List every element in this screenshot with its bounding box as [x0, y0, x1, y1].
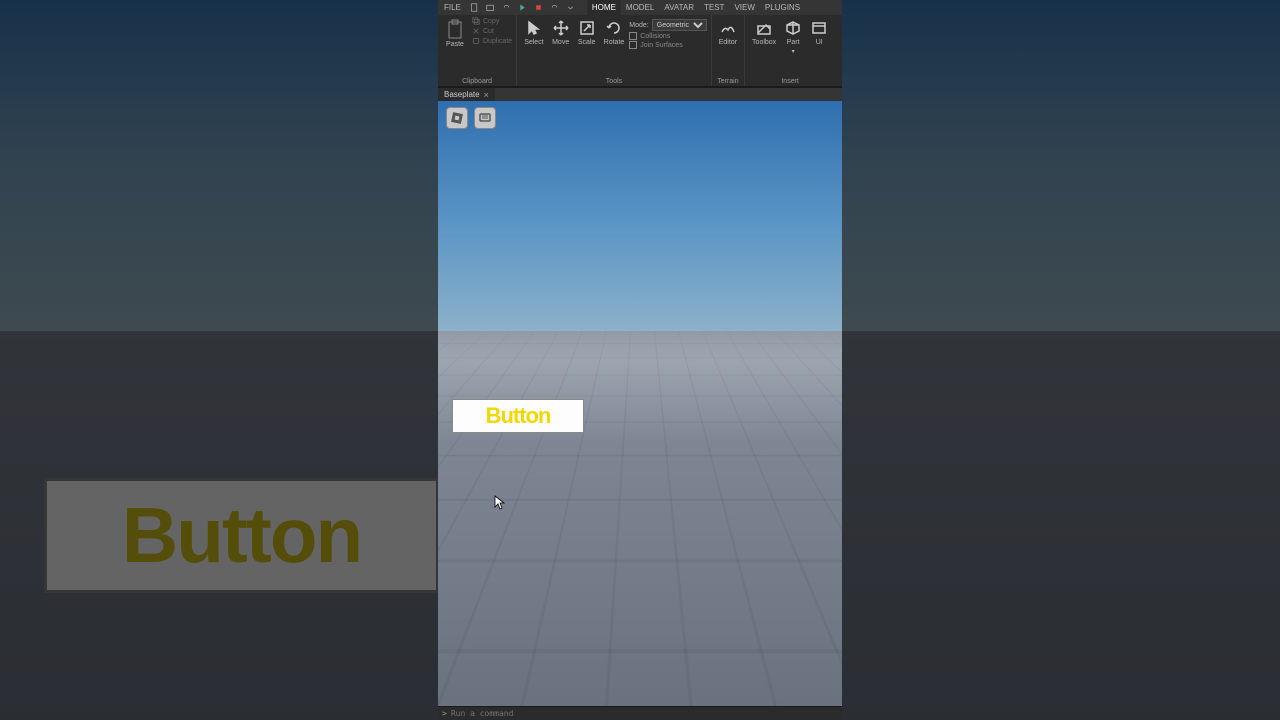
copy-button[interactable]: Copy	[472, 17, 512, 25]
tab-test[interactable]: TEST	[699, 0, 729, 15]
ribbon-terrain: Editor Terrain	[712, 15, 745, 86]
viewport-3d[interactable]: Button	[438, 101, 842, 706]
duplicate-button[interactable]: Duplicate	[472, 37, 512, 45]
doc-tab-baseplate[interactable]: Baseplate ×	[438, 88, 495, 102]
select-tool[interactable]: Select	[521, 17, 546, 48]
part-button[interactable]: Part▾	[781, 17, 805, 57]
file-menu[interactable]: FILE	[438, 3, 467, 12]
ribbon-clipboard: Paste Copy Cut Duplicate Clipboard	[438, 15, 517, 86]
chat-icon[interactable]	[474, 107, 496, 129]
bg-button-zoom: Button	[44, 478, 439, 593]
tools-options: Mode: Geometric Collisions Join Surfaces	[629, 17, 706, 49]
rotate-icon	[605, 19, 623, 37]
tab-view[interactable]: VIEW	[729, 0, 759, 15]
document-tabs: Baseplate ×	[438, 87, 842, 101]
close-icon[interactable]: ×	[484, 90, 489, 100]
tab-plugins[interactable]: PLUGINS	[760, 0, 805, 15]
scale-tool[interactable]: Scale	[575, 17, 599, 48]
toolbox-icon	[755, 19, 773, 37]
tab-avatar[interactable]: AVATAR	[659, 0, 699, 15]
collisions-toggle[interactable]: Collisions	[629, 32, 706, 40]
checkbox-icon	[629, 41, 637, 49]
mode-dropdown[interactable]: Geometric	[652, 19, 707, 31]
rotate-tool[interactable]: Rotate	[601, 17, 628, 48]
undo-icon[interactable]	[550, 3, 560, 13]
open-icon[interactable]	[486, 3, 496, 13]
stop-icon[interactable]	[534, 3, 544, 13]
cursor-icon	[525, 19, 543, 37]
ui-insert-button[interactable]: UI	[807, 17, 831, 48]
terrain-icon	[719, 19, 737, 37]
checkbox-icon	[629, 32, 637, 40]
command-input[interactable]	[451, 709, 842, 718]
clipboard-list: Copy Cut Duplicate	[470, 17, 512, 45]
cube-icon	[784, 19, 802, 37]
ribbon-insert: Toolbox Part▾ UI Insert	[745, 15, 835, 86]
terrain-editor-button[interactable]: Editor	[716, 17, 740, 48]
command-bar[interactable]: >	[438, 706, 842, 720]
paste-button[interactable]: Paste	[442, 17, 468, 50]
ui-text-button[interactable]: Button	[452, 399, 584, 433]
new-doc-icon[interactable]	[470, 3, 480, 13]
ui-button-label: Button	[486, 403, 551, 429]
move-tool[interactable]: Move	[549, 17, 573, 48]
toolbox-button[interactable]: Toolbox	[749, 17, 779, 48]
menubar: FILE HOME MODEL AVATAR TEST VIEW PLUGINS	[438, 0, 842, 15]
prompt-icon: >	[442, 709, 447, 718]
tab-model[interactable]: MODEL	[621, 0, 659, 15]
tab-home[interactable]: HOME	[587, 0, 621, 15]
redo-icon[interactable]	[502, 3, 512, 13]
play-icon[interactable]	[518, 3, 528, 13]
move-icon	[552, 19, 570, 37]
cut-button[interactable]: Cut	[472, 27, 512, 35]
roblox-logo-icon[interactable]	[446, 107, 468, 129]
join-surfaces-toggle[interactable]: Join Surfaces	[629, 41, 706, 49]
studio-window: FILE HOME MODEL AVATAR TEST VIEW PLUGINS…	[438, 0, 842, 720]
ribbon-tools: Select Move Scale Rotate Mode: Geometric…	[517, 15, 712, 86]
dropdown-icon[interactable]	[566, 3, 576, 13]
viewport-overlay-icons	[446, 107, 496, 129]
mode-selector[interactable]: Mode: Geometric	[629, 19, 706, 31]
scale-icon	[578, 19, 596, 37]
ribbon-tabs: HOME MODEL AVATAR TEST VIEW PLUGINS	[587, 0, 805, 15]
ui-icon	[810, 19, 828, 37]
paste-icon	[445, 19, 465, 41]
ribbon: Paste Copy Cut Duplicate Clipboard Selec…	[438, 15, 842, 87]
